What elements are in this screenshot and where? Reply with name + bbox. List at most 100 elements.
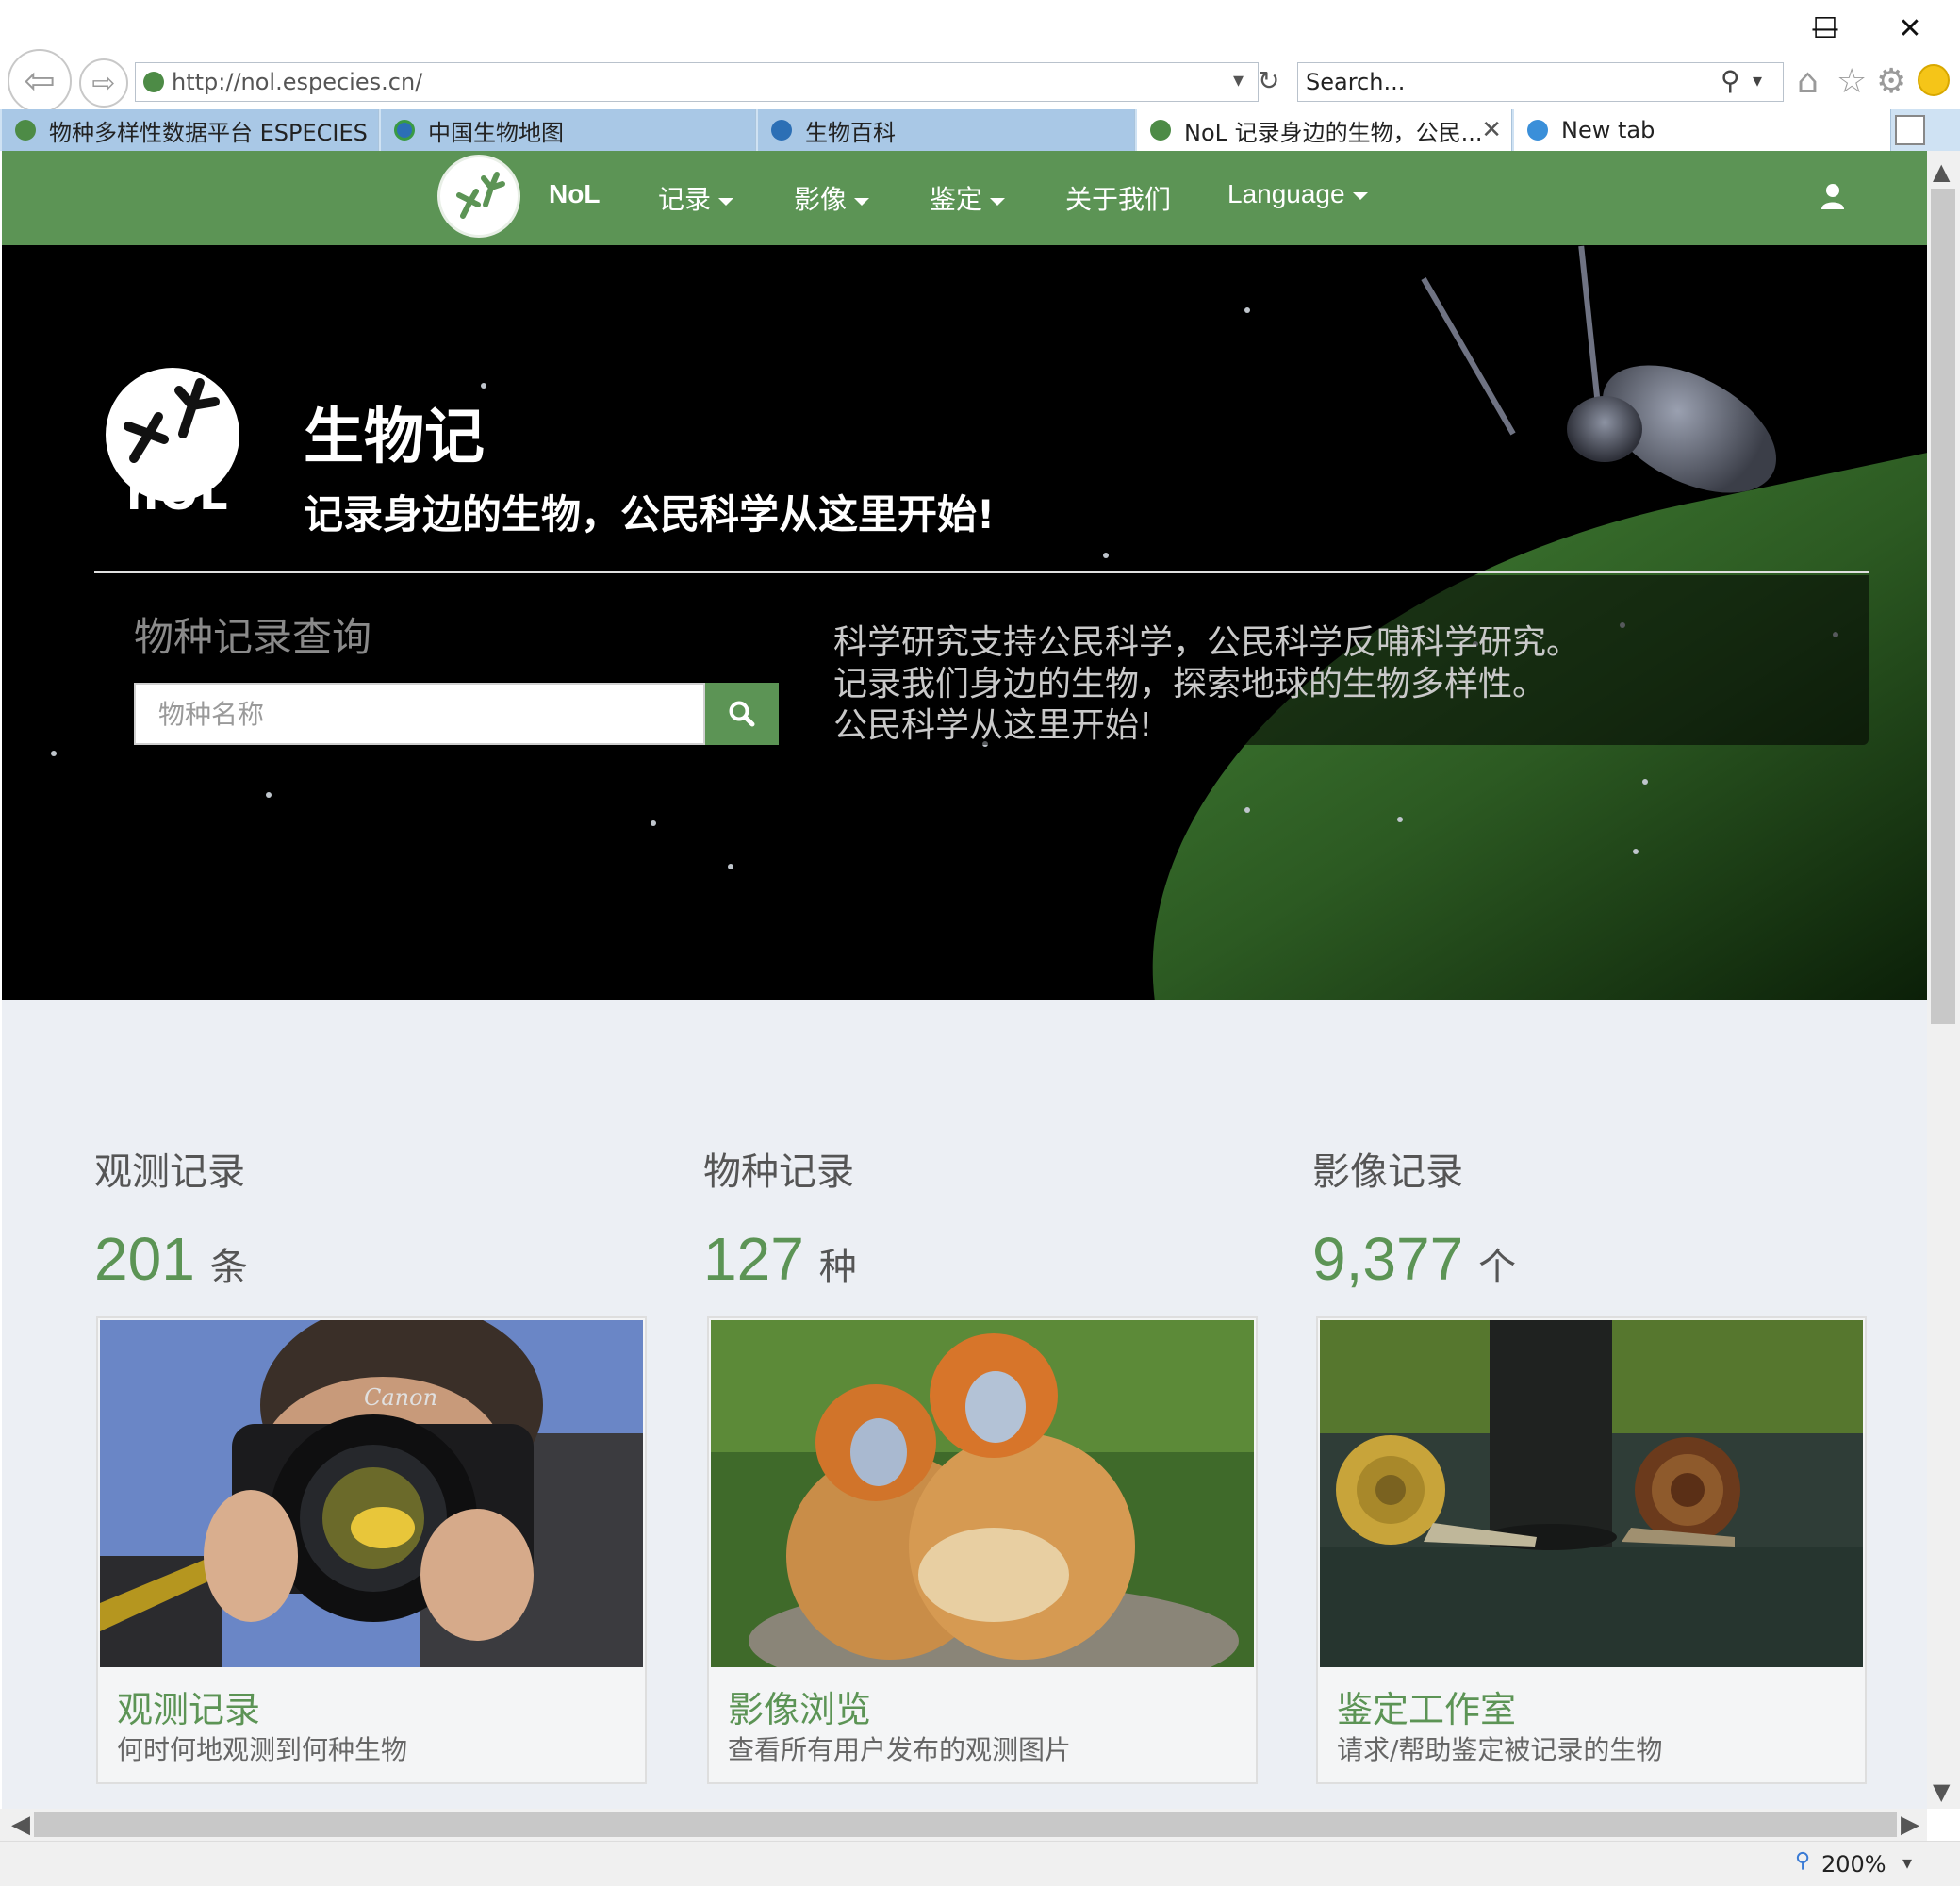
zoom-icon[interactable]: ⚲	[1795, 1849, 1810, 1873]
caret-down-icon	[718, 197, 734, 206]
maximize-button[interactable]: ☐	[1797, 8, 1853, 49]
zoom-level[interactable]: 200%	[1821, 1851, 1886, 1878]
address-bar[interactable]: http://nol.especies.cn/ ▾ ↻	[135, 62, 1279, 102]
browser-search-input[interactable]: Search...	[1306, 69, 1405, 95]
stat-unit: 条	[209, 1246, 248, 1289]
stat-value: 9,377 个	[1312, 1224, 1516, 1294]
site-favicon-icon	[143, 72, 164, 92]
home-icon[interactable]: ⌂	[1797, 62, 1819, 101]
caret-down-icon	[990, 197, 1006, 206]
window-title-bar: — ☐ ✕	[0, 0, 1960, 55]
card-title[interactable]: 观测记录	[117, 1680, 260, 1732]
arrow-right-icon: ⇨	[91, 66, 116, 100]
beetle-antenna	[1578, 245, 1601, 406]
gear-icon[interactable]: ⚙	[1876, 62, 1906, 101]
card-observations[interactable]: Canon 观测记录 何时何地观测到何种生物	[96, 1316, 647, 1784]
tab-label: 生物百科	[805, 119, 896, 146]
browser-search-box[interactable]: Search... ⚲ ▾	[1297, 62, 1784, 102]
especies-favicon-icon	[15, 120, 36, 141]
stat-value: 127 种	[703, 1224, 857, 1294]
browser-tab-strip: 物种多样性数据平台 ESPECIES 中国生物地图 生物百科 NoL 记录身边的…	[0, 109, 1960, 151]
hero-description: 科学研究支持公民科学，公民科学反哺科学研究。 记录我们身边的生物，探索地球的生物…	[833, 622, 1580, 747]
tab-label: 物种多样性数据平台 ESPECIES	[49, 119, 368, 146]
card-image-browse[interactable]: 影像浏览 查看所有用户发布的观测图片	[707, 1316, 1258, 1784]
nav-identify-menu[interactable]: 鉴定	[930, 179, 1006, 217]
stat-images: 影像记录 9,377 个	[1312, 1141, 1516, 1293]
favorites-star-icon[interactable]: ☆	[1836, 62, 1867, 101]
species-search-input[interactable]	[134, 683, 705, 745]
ie-favicon-icon	[1527, 120, 1548, 141]
stat-number: 127	[703, 1225, 804, 1293]
page-viewport: NoL 记录 影像 鉴定 关于我们 Language nOL 生物记 记录身边的…	[2, 151, 1927, 1809]
hero-subtitle: 记录身边的生物，公民科学从这里开始!	[304, 491, 996, 538]
feedback-smiley-icon[interactable]	[1918, 64, 1950, 96]
photographer-camera-image[interactable]: Canon	[100, 1320, 643, 1667]
nol-logo-text: nOL	[126, 468, 229, 521]
card-description: 查看所有用户发布的观测图片	[728, 1734, 1072, 1765]
tab-nol-active[interactable]: NoL 记录身边的生物，公民... ✕	[1137, 109, 1512, 151]
tab-especies[interactable]: 物种多样性数据平台 ESPECIES	[2, 109, 379, 151]
zoom-dropdown-icon[interactable]: ▾	[1902, 1851, 1912, 1874]
stat-number: 9,377	[1312, 1225, 1464, 1293]
vertical-scroll-thumb[interactable]	[1931, 189, 1955, 1024]
hero-divider	[94, 571, 1869, 573]
scroll-left-arrow-icon[interactable]: ◀	[11, 1811, 30, 1839]
biopedia-favicon-icon	[771, 120, 792, 141]
stat-label: 影像记录	[1312, 1150, 1463, 1194]
nav-brand[interactable]: NoL	[549, 179, 600, 209]
user-icon[interactable]	[1821, 183, 1844, 209]
address-text[interactable]: http://nol.especies.cn/	[172, 69, 422, 95]
golden-monkeys-image[interactable]	[711, 1320, 1254, 1667]
species-search-heading: 物种记录查询	[134, 614, 372, 660]
close-window-button[interactable]: ✕	[1882, 8, 1938, 49]
globe-favicon-icon	[394, 120, 415, 141]
description-line: 公民科学从这里开始!	[833, 706, 1153, 745]
stat-unit: 种	[818, 1246, 857, 1289]
nav-language-menu[interactable]: Language	[1227, 179, 1368, 209]
card-title[interactable]: 鉴定工作室	[1337, 1680, 1516, 1732]
tab-new[interactable]: New tab	[1514, 109, 1891, 151]
caret-down-icon	[1352, 191, 1368, 200]
card-identification-studio[interactable]: 鉴定工作室 请求/帮助鉴定被记录的生物	[1316, 1316, 1867, 1784]
species-search-button[interactable]	[705, 683, 779, 745]
nav-about-link[interactable]: 关于我们	[1065, 179, 1171, 217]
stat-value: 201 条	[94, 1224, 248, 1294]
address-dropdown-icon[interactable]: ▾	[1233, 69, 1244, 92]
beetle-antenna	[1421, 276, 1516, 436]
nav-images-menu[interactable]: 影像	[794, 179, 870, 217]
description-line: 科学研究支持公民科学，公民科学反哺科学研究。	[833, 623, 1581, 662]
nav-records-menu[interactable]: 记录	[658, 179, 734, 217]
tab-china-biomap[interactable]: 中国生物地图	[381, 109, 756, 151]
card-title[interactable]: 影像浏览	[728, 1680, 871, 1732]
nol-logo-icon[interactable]	[437, 155, 520, 238]
vertical-scrollbar[interactable]: ▲ ▼	[1927, 151, 1960, 1809]
card-description: 请求/帮助鉴定被记录的生物	[1337, 1734, 1663, 1765]
nol-favicon-icon	[1150, 120, 1171, 141]
caret-down-icon	[854, 197, 870, 206]
search-dropdown-icon[interactable]: ▾	[1753, 69, 1762, 91]
stat-label: 物种记录	[703, 1150, 854, 1194]
stat-label: 观测记录	[94, 1150, 245, 1194]
status-bar: ⚲ 200% ▾	[0, 1841, 1960, 1886]
tab-close-icon[interactable]: ✕	[1481, 116, 1502, 144]
scroll-right-arrow-icon[interactable]: ▶	[1901, 1811, 1919, 1839]
scroll-down-arrow-icon[interactable]: ▼	[1933, 1778, 1950, 1805]
tab-label: NoL 记录身边的生物，公民...	[1184, 119, 1483, 146]
new-tab-button[interactable]	[1895, 115, 1925, 145]
site-navbar: NoL 记录 影像 鉴定 关于我们 Language	[2, 151, 1927, 245]
forward-button[interactable]: ⇨	[79, 58, 128, 108]
horizontal-scrollbar[interactable]: ◀ ▶	[0, 1809, 1927, 1841]
snails-image[interactable]	[1320, 1320, 1863, 1667]
hero-title: 生物记	[304, 403, 485, 472]
search-icon[interactable]: ⚲	[1721, 65, 1740, 96]
stat-unit: 个	[1478, 1246, 1517, 1289]
scroll-up-arrow-icon[interactable]: ▲	[1933, 158, 1950, 185]
tab-biopedia[interactable]: 生物百科	[758, 109, 1135, 151]
search-icon	[729, 701, 755, 727]
horizontal-scroll-thumb[interactable]	[34, 1812, 1897, 1837]
svg-text:Canon: Canon	[364, 1384, 437, 1411]
refresh-icon[interactable]: ↻	[1258, 65, 1279, 96]
tab-label: 中国生物地图	[428, 119, 564, 146]
back-button[interactable]: ⇦	[8, 49, 72, 113]
stat-observations: 观测记录 201 条	[94, 1141, 248, 1293]
